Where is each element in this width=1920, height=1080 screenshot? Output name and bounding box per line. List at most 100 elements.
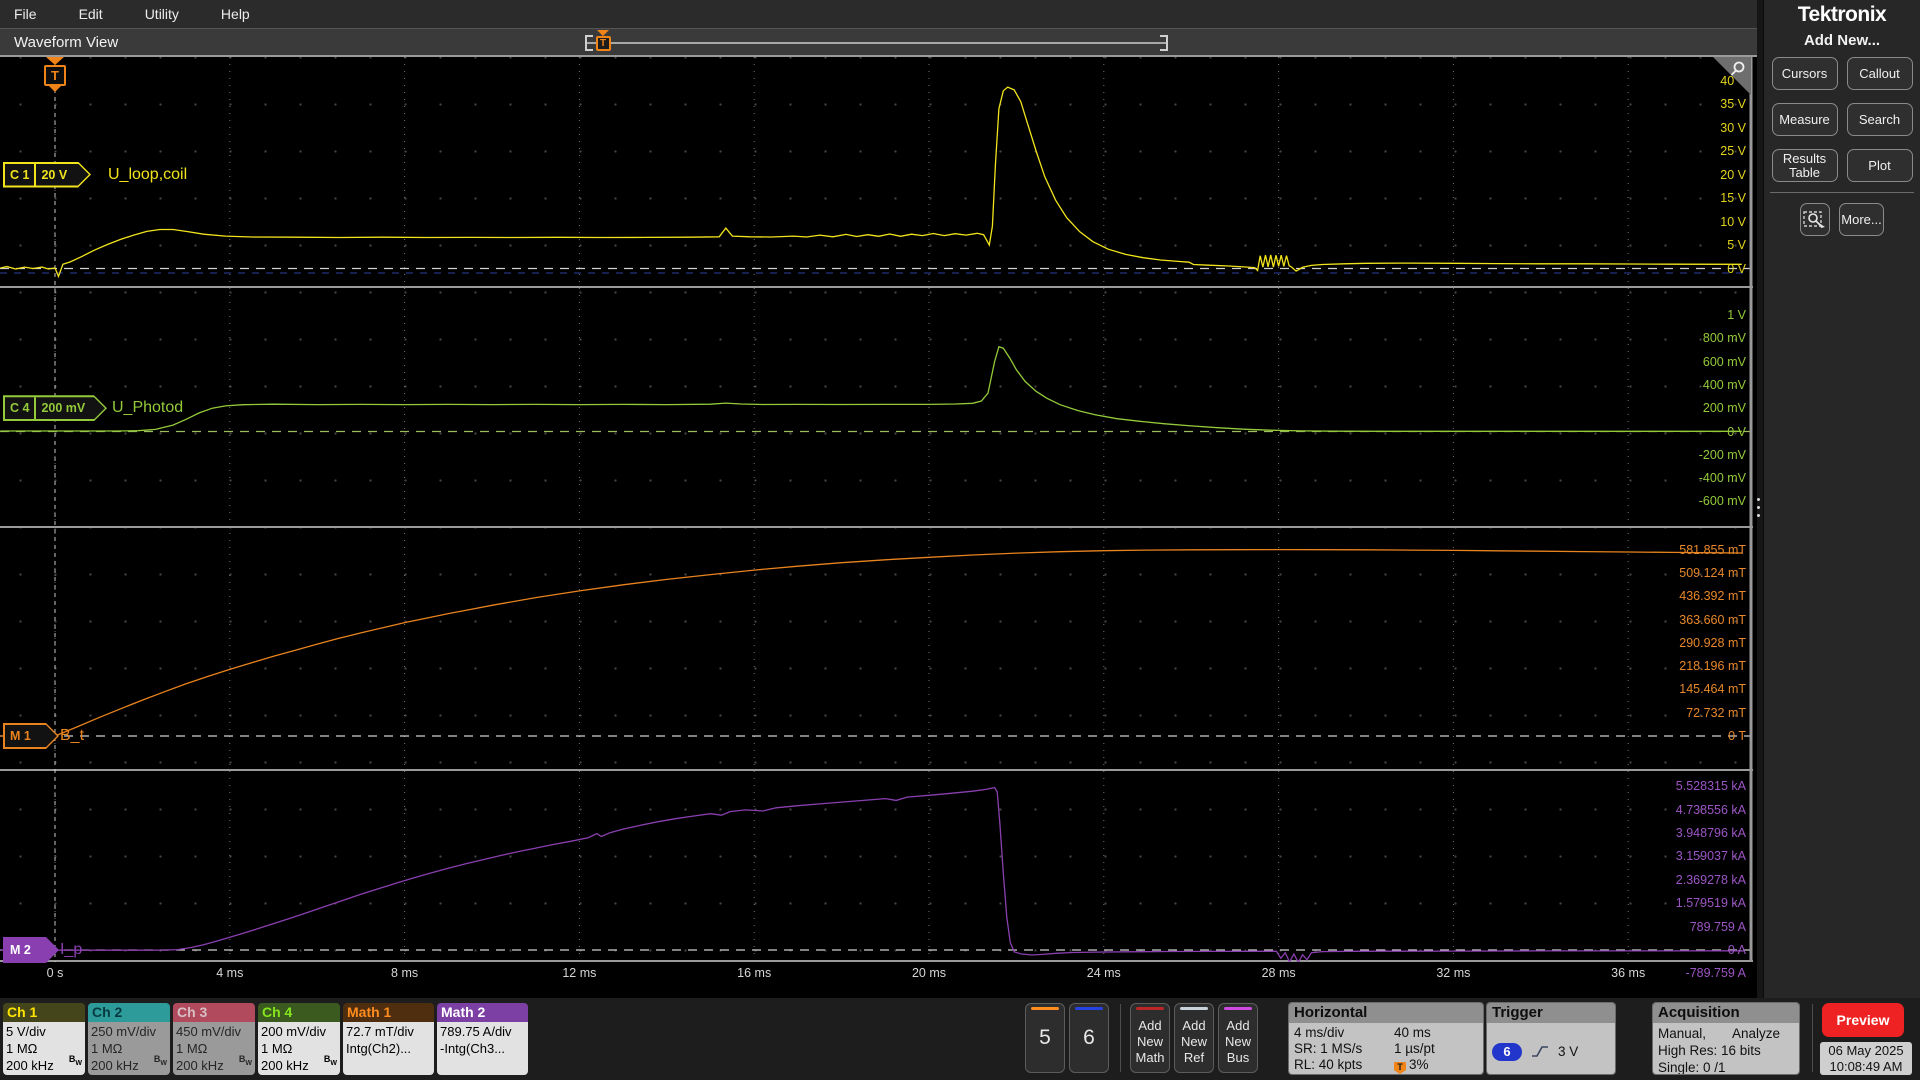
slider-track [587,42,1166,44]
ytick-math-2: 3.948796 kA [1675,825,1746,840]
ytick-math-2: 0 A [1727,943,1746,957]
channel-badge-math-1[interactable]: M 1 [3,723,59,749]
xtick: 4 ms [216,966,244,980]
panel-resize-handle[interactable] [1755,498,1761,522]
horizontal-row: 4 ms/div 40 ms [1294,1025,1431,1040]
channel-badge-channel-4[interactable]: C 4 200 mV [3,395,107,421]
menu-item-utility[interactable]: Utility [131,6,193,22]
ytick-channel-1: 20 V [1720,167,1746,182]
trace-math-1 [0,548,1742,737]
badge-ch-1[interactable]: Ch 15 V/div 1 MΩ 200 kHz BW [3,1003,85,1075]
datetime-display: 06 May 2025 10:08:49 AM [1820,1042,1912,1075]
badge-math-2[interactable]: Math 2 789.75 A/div -Intg(Ch3... [437,1003,528,1075]
waveform-graticule[interactable]: 40 V 35 V 30 V 25 V 20 V 15 V 10 V 5 V 0 V 1 V 800… [0,57,1757,998]
horizontal-title: Horizontal [1289,1003,1483,1023]
trigger-flag[interactable]: T [42,57,68,92]
ytick-channel-1: 10 V [1720,214,1746,229]
xtick: 28 ms [1261,966,1296,980]
sidebar-button-measure[interactable]: Measure [1771,103,1838,136]
ytick-math-1: 436.392 mT [1679,589,1746,604]
horizontal-row: SR: 1 MS/s 1 µs/pt [1294,1041,1435,1056]
ytick-channel-1: 40 V [1720,73,1746,88]
channel-badge-channel-1[interactable]: C 1 20 V [3,162,91,188]
acquisition-single: Single: 0 /1 [1658,1060,1726,1075]
bandwidth-limit-icon: BW [238,1054,252,1067]
ytick-math-2: 3.159037 kA [1675,849,1746,864]
tektronix-logo: Tektronix [1797,3,1887,26]
time-text: 10:08:49 AM [1829,1059,1903,1074]
ytick-math-1: 581.855 mT [1679,542,1746,557]
channel-button-5[interactable]: 5 [1025,1003,1065,1073]
ytick-channel-1: 5 V [1727,238,1746,252]
horizontal-row: RL: 40 kpts T 3% [1294,1057,1429,1074]
bandwidth-limit-icon: BW [323,1054,337,1067]
waveform-view-tab-bar: Waveform View T [0,28,1757,57]
separator [1812,1004,1813,1072]
horizontal-position-slider[interactable]: T [585,30,1168,53]
oscilloscope-app: File Edit Utility Help Waveform View T 40 V… [0,0,1920,1080]
badge-ch-4[interactable]: Ch 4 200 mV/div 1 MΩ 200 kHz BW [258,1003,340,1075]
trigger-position-handle[interactable]: T [595,30,611,51]
acquisition-resolution: High Res: 16 bits [1658,1043,1761,1058]
add-new-ref-button[interactable]: Add New Ref [1174,1003,1214,1073]
zoom-select-button[interactable] [1800,203,1831,236]
waveform-view-title[interactable]: Waveform View [14,34,118,51]
ytick-math-1: 509.124 mT [1679,565,1746,580]
waveform-label-channel-1: U_loop,coil [108,165,188,183]
horizontal-cluster[interactable]: Horizontal 4 ms/div 40 ms SR: 1 MS/s 1 µs/p… [1288,1002,1484,1075]
badge-ch-2[interactable]: Ch 2 250 mV/div 1 MΩ 200 kHz BW [88,1003,170,1075]
xtick: 36 ms [1611,966,1646,980]
more-button[interactable]: More... [1839,203,1884,236]
ytick-math-1: 363.660 mT [1679,612,1746,627]
sidebar-button-callout[interactable]: Callout [1846,57,1913,90]
xtick: 0 s [46,966,64,980]
trigger-title: Trigger [1487,1003,1615,1023]
settings-bar: Horizontal 4 ms/div 40 ms SR: 1 MS/s 1 µs/p… [0,998,1920,1080]
ytick-math-2: 2.369278 kA [1675,872,1746,887]
channel-button-6[interactable]: 6 [1069,1003,1109,1073]
badge-ch-3[interactable]: Ch 3 450 mV/div 1 MΩ 200 kHz BW [173,1003,255,1075]
menu-item-file[interactable]: File [0,6,51,22]
menu-item-help[interactable]: Help [207,6,264,22]
waveform-label-math-2: I_p [60,941,83,958]
xtick: 8 ms [391,966,419,980]
ytick-channel-4: 0 V [1727,424,1746,439]
acquisition-cluster[interactable]: Acquisition Manual, Analyze High Res: 16… [1652,1002,1800,1075]
sidebar-button-search[interactable]: Search [1846,103,1913,136]
ytick-math-1: 290.928 mT [1679,635,1746,650]
ytick-channel-4: 600 mV [1702,354,1746,369]
sidebar-button-cursors[interactable]: Cursors [1771,57,1838,90]
channel-badge-math-2[interactable]: M 2 [3,937,59,963]
ytick-channel-1: 15 V [1720,191,1746,205]
trace-channel-4 [0,345,1742,432]
sidebar-button-results-table[interactable]: Results Table [1771,149,1838,182]
ytick-channel-4: -600 mV [1698,494,1746,509]
ytick-math-1: 145.464 mT [1679,682,1746,697]
ytick-math-2: 4.738556 kA [1675,802,1746,817]
ytick-channel-4: 200 mV [1702,401,1746,416]
waveform-traces [0,57,1753,962]
badge-math-1[interactable]: Math 1 72.7 mT/div Intg(Ch2)... [343,1003,434,1075]
add-new-math-button[interactable]: Add New Math [1130,1003,1170,1073]
ytick-math-1: 218.196 mT [1679,659,1746,674]
xtick: 32 ms [1436,966,1471,980]
zoom-select-icon [1803,210,1826,228]
trace-math-2 [0,786,1742,962]
ytick-channel-4: 400 mV [1702,377,1746,392]
ytick-channel-1: 30 V [1720,120,1746,135]
date-text: 06 May 2025 [1828,1043,1904,1058]
bandwidth-limit-icon: BW [153,1054,167,1067]
ytick-math-2: 1.579519 kA [1675,896,1746,911]
slider-right-bracket [1160,35,1168,51]
sidebar-divider [1770,192,1914,193]
add-new-bus-button[interactable]: Add New Bus [1218,1003,1258,1073]
sidebar-button-plot[interactable]: Plot [1846,149,1913,182]
xtick: 16 ms [737,966,772,980]
preview-button[interactable]: Preview [1822,1003,1904,1037]
trigger-cluster[interactable]: Trigger 6 3 V [1486,1002,1616,1075]
menu-item-edit[interactable]: Edit [65,6,117,22]
ytick-channel-4: 1 V [1727,308,1746,322]
trigger-level: 3 V [1558,1044,1579,1059]
ytick-channel-4: -200 mV [1698,447,1746,462]
ytick-channel-4: 800 mV [1702,331,1746,346]
